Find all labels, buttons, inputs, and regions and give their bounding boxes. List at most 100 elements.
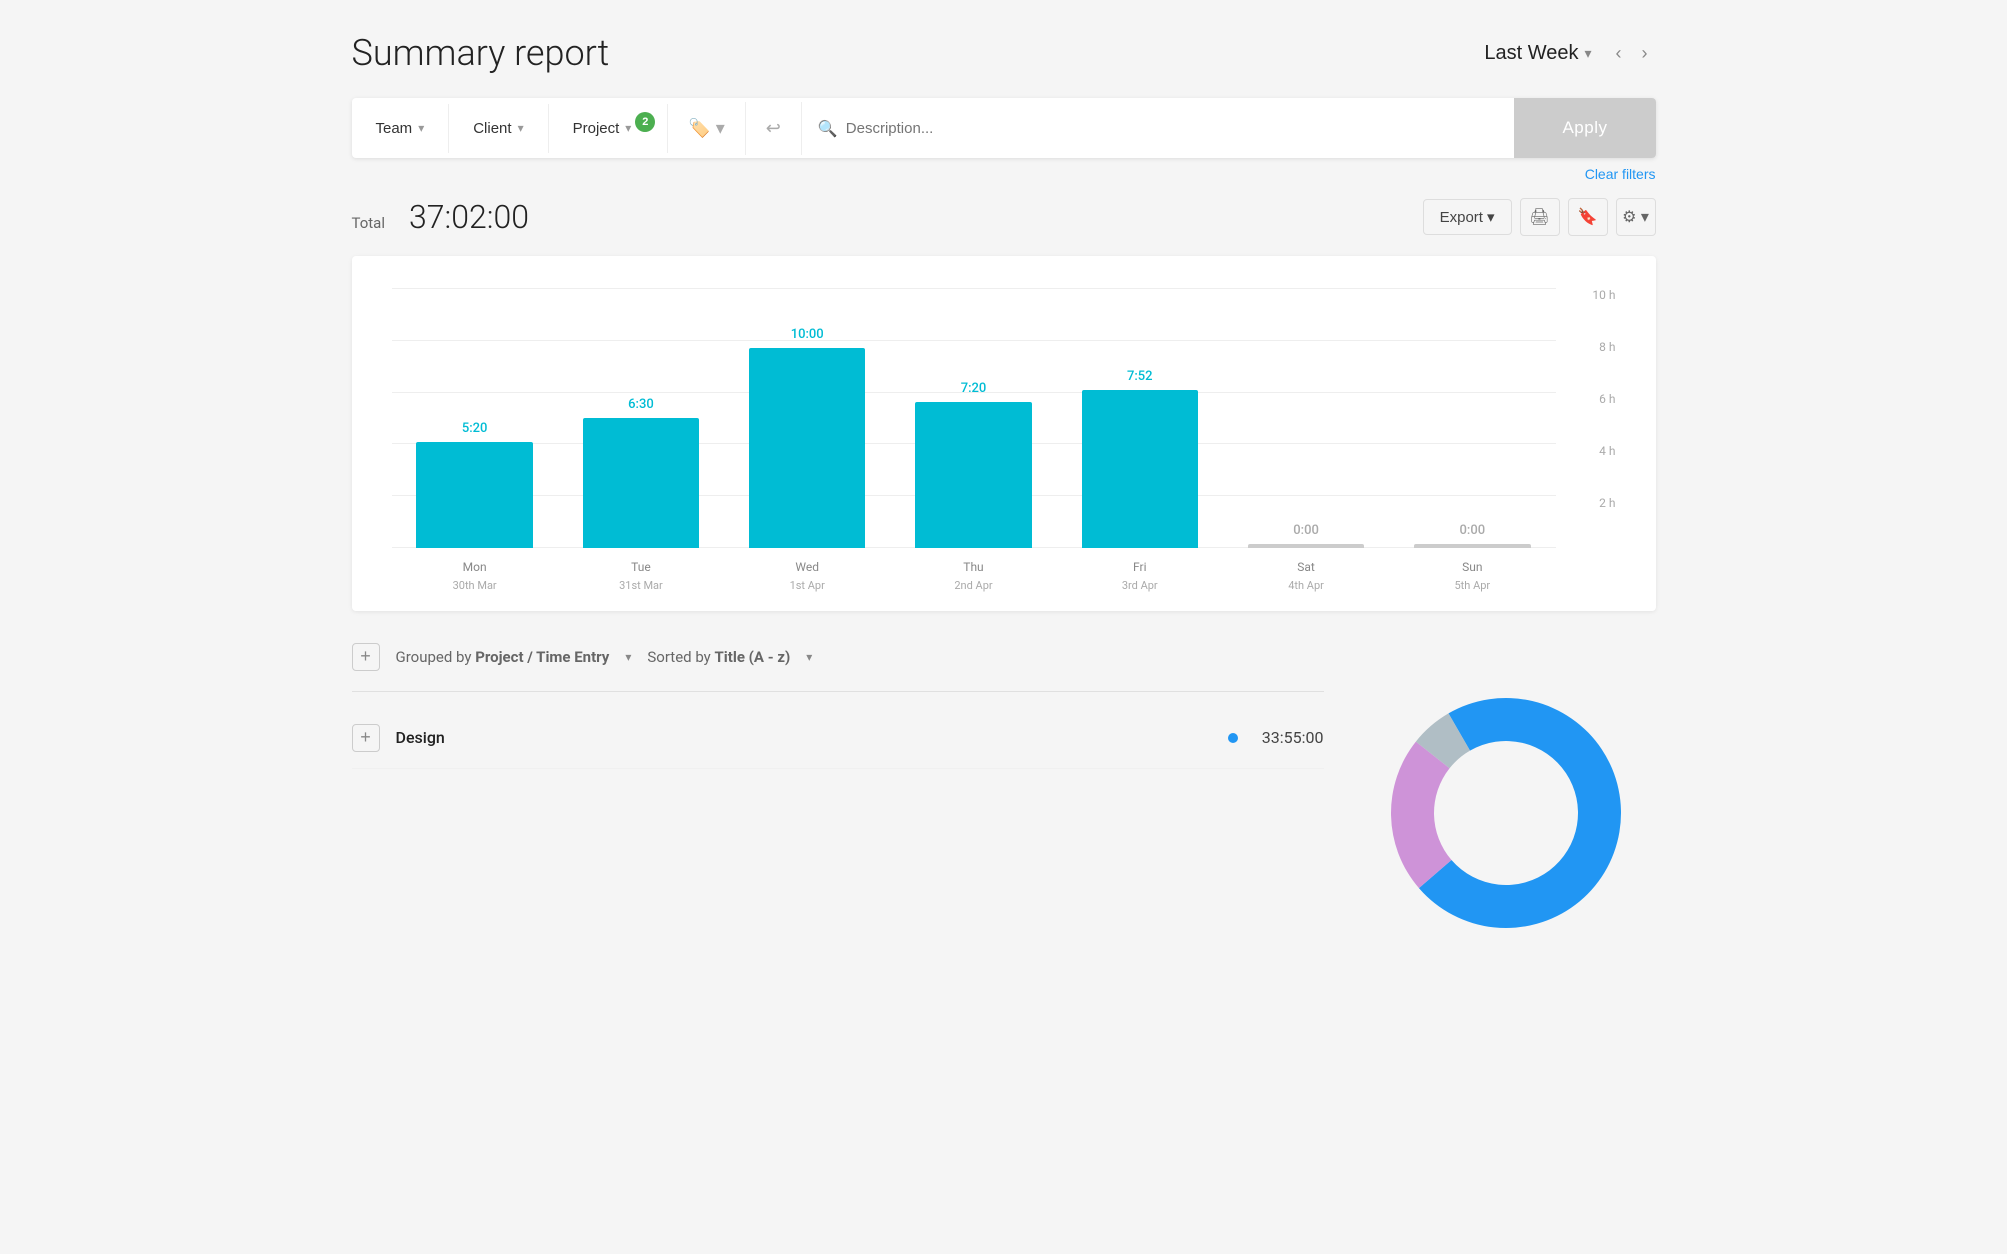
bar-group: 0:00 xyxy=(1223,288,1389,548)
chevron-down-icon: ▾ xyxy=(625,121,631,135)
nav-arrows: ‹ › xyxy=(1608,39,1656,68)
bookmark-icon: 🔖 xyxy=(1578,207,1598,227)
bar-group: 7:52 xyxy=(1057,288,1223,548)
bar-date-label: 30th Mar xyxy=(453,579,497,592)
settings-button[interactable]: ⚙ ▾ xyxy=(1616,198,1656,236)
bars-row: 5:20 6:30 10:00 7:20 7:52 0:00 0:00 xyxy=(392,288,1616,548)
bar-group: 0:00 xyxy=(1389,288,1555,548)
export-button[interactable]: Export ▾ xyxy=(1423,199,1512,235)
tags-filter-button[interactable]: 🏷️ ▾ xyxy=(668,102,745,155)
chevron-down-icon: ▾ xyxy=(1584,45,1591,62)
bar xyxy=(1414,544,1530,548)
donut-segment xyxy=(1391,741,1451,888)
bar-day-label: Fri3rd Apr xyxy=(1057,558,1223,595)
bar-day-label: Wed1st Apr xyxy=(724,558,890,595)
project-filter-label: Project xyxy=(573,120,620,137)
bar-date-label: 2nd Apr xyxy=(954,579,992,592)
bar-group: 10:00 xyxy=(724,288,890,548)
table-section: + Grouped by Project / Time Entry ▾ Sort… xyxy=(352,643,1324,769)
client-filter-button[interactable]: Client ▾ xyxy=(449,104,548,153)
bar xyxy=(1082,390,1198,548)
bar-group: 5:20 xyxy=(392,288,558,548)
chart-area: 5:20 6:30 10:00 7:20 7:52 0:00 0:00 10 h 8 h 6… xyxy=(392,288,1616,548)
bar-value: 5:20 xyxy=(462,421,488,436)
x-axis-label-group: Fri3rd Apr xyxy=(1057,548,1223,595)
grouping-dropdown-button[interactable]: ▾ xyxy=(625,650,631,664)
bar-value: 0:00 xyxy=(1293,523,1319,538)
prev-arrow-button[interactable]: ‹ xyxy=(1608,39,1630,68)
bar-date-label: 31st Mar xyxy=(619,579,663,592)
bar xyxy=(749,348,865,548)
x-axis-label-group: Wed1st Apr xyxy=(724,548,890,595)
bottom-section: + Grouped by Project / Time Entry ▾ Sort… xyxy=(352,643,1656,943)
apply-button[interactable]: Apply xyxy=(1514,98,1655,158)
clear-filters-button[interactable]: Clear filters xyxy=(1585,166,1656,182)
summary-actions: Export ▾ 🖨 🔖 ⚙ ▾ xyxy=(1423,198,1656,236)
export-label: Export xyxy=(1440,209,1483,226)
x-axis-label-group: Sat4th Apr xyxy=(1223,548,1389,595)
separator xyxy=(352,691,1324,692)
print-icon: 🖨 xyxy=(1529,207,1549,227)
bar-day-label: Thu2nd Apr xyxy=(890,558,1056,595)
bar xyxy=(583,418,699,548)
total-label: Total xyxy=(352,214,386,232)
team-filter-label: Team xyxy=(376,120,413,137)
bar-date-label: 3rd Apr xyxy=(1122,579,1158,592)
date-range-button[interactable]: Last Week ▾ xyxy=(1484,42,1591,65)
bar xyxy=(915,402,1031,548)
bar-day-label: Sun5th Apr xyxy=(1389,558,1555,595)
row-time: 33:55:00 xyxy=(1262,728,1324,747)
sorted-by-label: Sorted by Title (A - z) xyxy=(647,648,790,666)
billable-icon: ↩ xyxy=(766,118,781,138)
data-rows: + Design 33:55:00 xyxy=(352,708,1324,769)
x-axis-label-group: Mon30th Mar xyxy=(392,548,558,595)
print-button[interactable]: 🖨 xyxy=(1520,198,1560,236)
billable-filter-button[interactable]: ↩ xyxy=(746,102,802,155)
summary-row: Total 37:02:00 Export ▾ 🖨 🔖 ⚙ ▾ xyxy=(352,198,1656,236)
bar-date-label: 4th Apr xyxy=(1288,579,1324,592)
bar-date-label: 1st Apr xyxy=(790,579,825,592)
grouped-by-label: Grouped by Project / Time Entry xyxy=(396,648,610,666)
project-filter-button[interactable]: Project ▾ 2 xyxy=(549,104,669,153)
y-label: 6 h xyxy=(1599,392,1615,406)
bar xyxy=(1248,544,1364,548)
bar-group: 7:20 xyxy=(890,288,1056,548)
bar-value: 6:30 xyxy=(628,397,654,412)
bar-value: 0:00 xyxy=(1460,523,1486,538)
next-arrow-button[interactable]: › xyxy=(1634,39,1656,68)
y-label: 4 h xyxy=(1599,444,1615,458)
chart-container: 5:20 6:30 10:00 7:20 7:52 0:00 0:00 10 h 8 h 6… xyxy=(352,256,1656,611)
search-icon: 🔍 xyxy=(818,119,838,138)
y-label: 2 h xyxy=(1599,496,1615,510)
team-filter-button[interactable]: Team ▾ xyxy=(352,104,450,153)
grouping-row: + Grouped by Project / Time Entry ▾ Sort… xyxy=(352,643,1324,671)
sorted-by-value: Title (A - z) xyxy=(715,648,791,666)
bar-date-label: 5th Apr xyxy=(1455,579,1491,592)
bar-value: 10:00 xyxy=(791,327,824,342)
chevron-down-icon: ▾ xyxy=(518,121,524,135)
filter-bar: Team ▾ Client ▾ Project ▾ 2 🏷️ ▾ ↩ 🔍 App… xyxy=(352,98,1656,158)
export-chevron-icon: ▾ xyxy=(1487,208,1495,226)
settings-icon: ⚙ ▾ xyxy=(1622,207,1649,227)
y-label: 10 h xyxy=(1592,288,1615,302)
donut-chart xyxy=(1376,683,1636,943)
page-title: Summary report xyxy=(352,32,610,74)
client-filter-label: Client xyxy=(473,120,511,137)
y-axis-labels: 10 h 8 h 6 h 4 h 2 h xyxy=(1561,288,1616,548)
header-right: Last Week ▾ ‹ › xyxy=(1484,39,1655,68)
x-axis-label-group: Thu2nd Apr xyxy=(890,548,1056,595)
sort-dropdown-button[interactable]: ▾ xyxy=(806,650,812,664)
page-header: Summary report Last Week ▾ ‹ › xyxy=(352,32,1656,74)
expand-row-button[interactable]: + xyxy=(352,724,380,752)
bar-value: 7:52 xyxy=(1127,369,1153,384)
bar-day-label: Mon30th Mar xyxy=(392,558,558,595)
bar-day-label: Tue31st Mar xyxy=(558,558,724,595)
table-row: + Design 33:55:00 xyxy=(352,708,1324,769)
row-color-dot xyxy=(1228,733,1238,743)
add-grouping-button[interactable]: + xyxy=(352,643,380,671)
bar-day-label: Sat4th Apr xyxy=(1223,558,1389,595)
total-time: 37:02:00 xyxy=(409,198,529,236)
search-area: 🔍 xyxy=(802,119,1515,138)
bookmark-button[interactable]: 🔖 xyxy=(1568,198,1608,236)
search-input[interactable] xyxy=(846,120,1499,137)
